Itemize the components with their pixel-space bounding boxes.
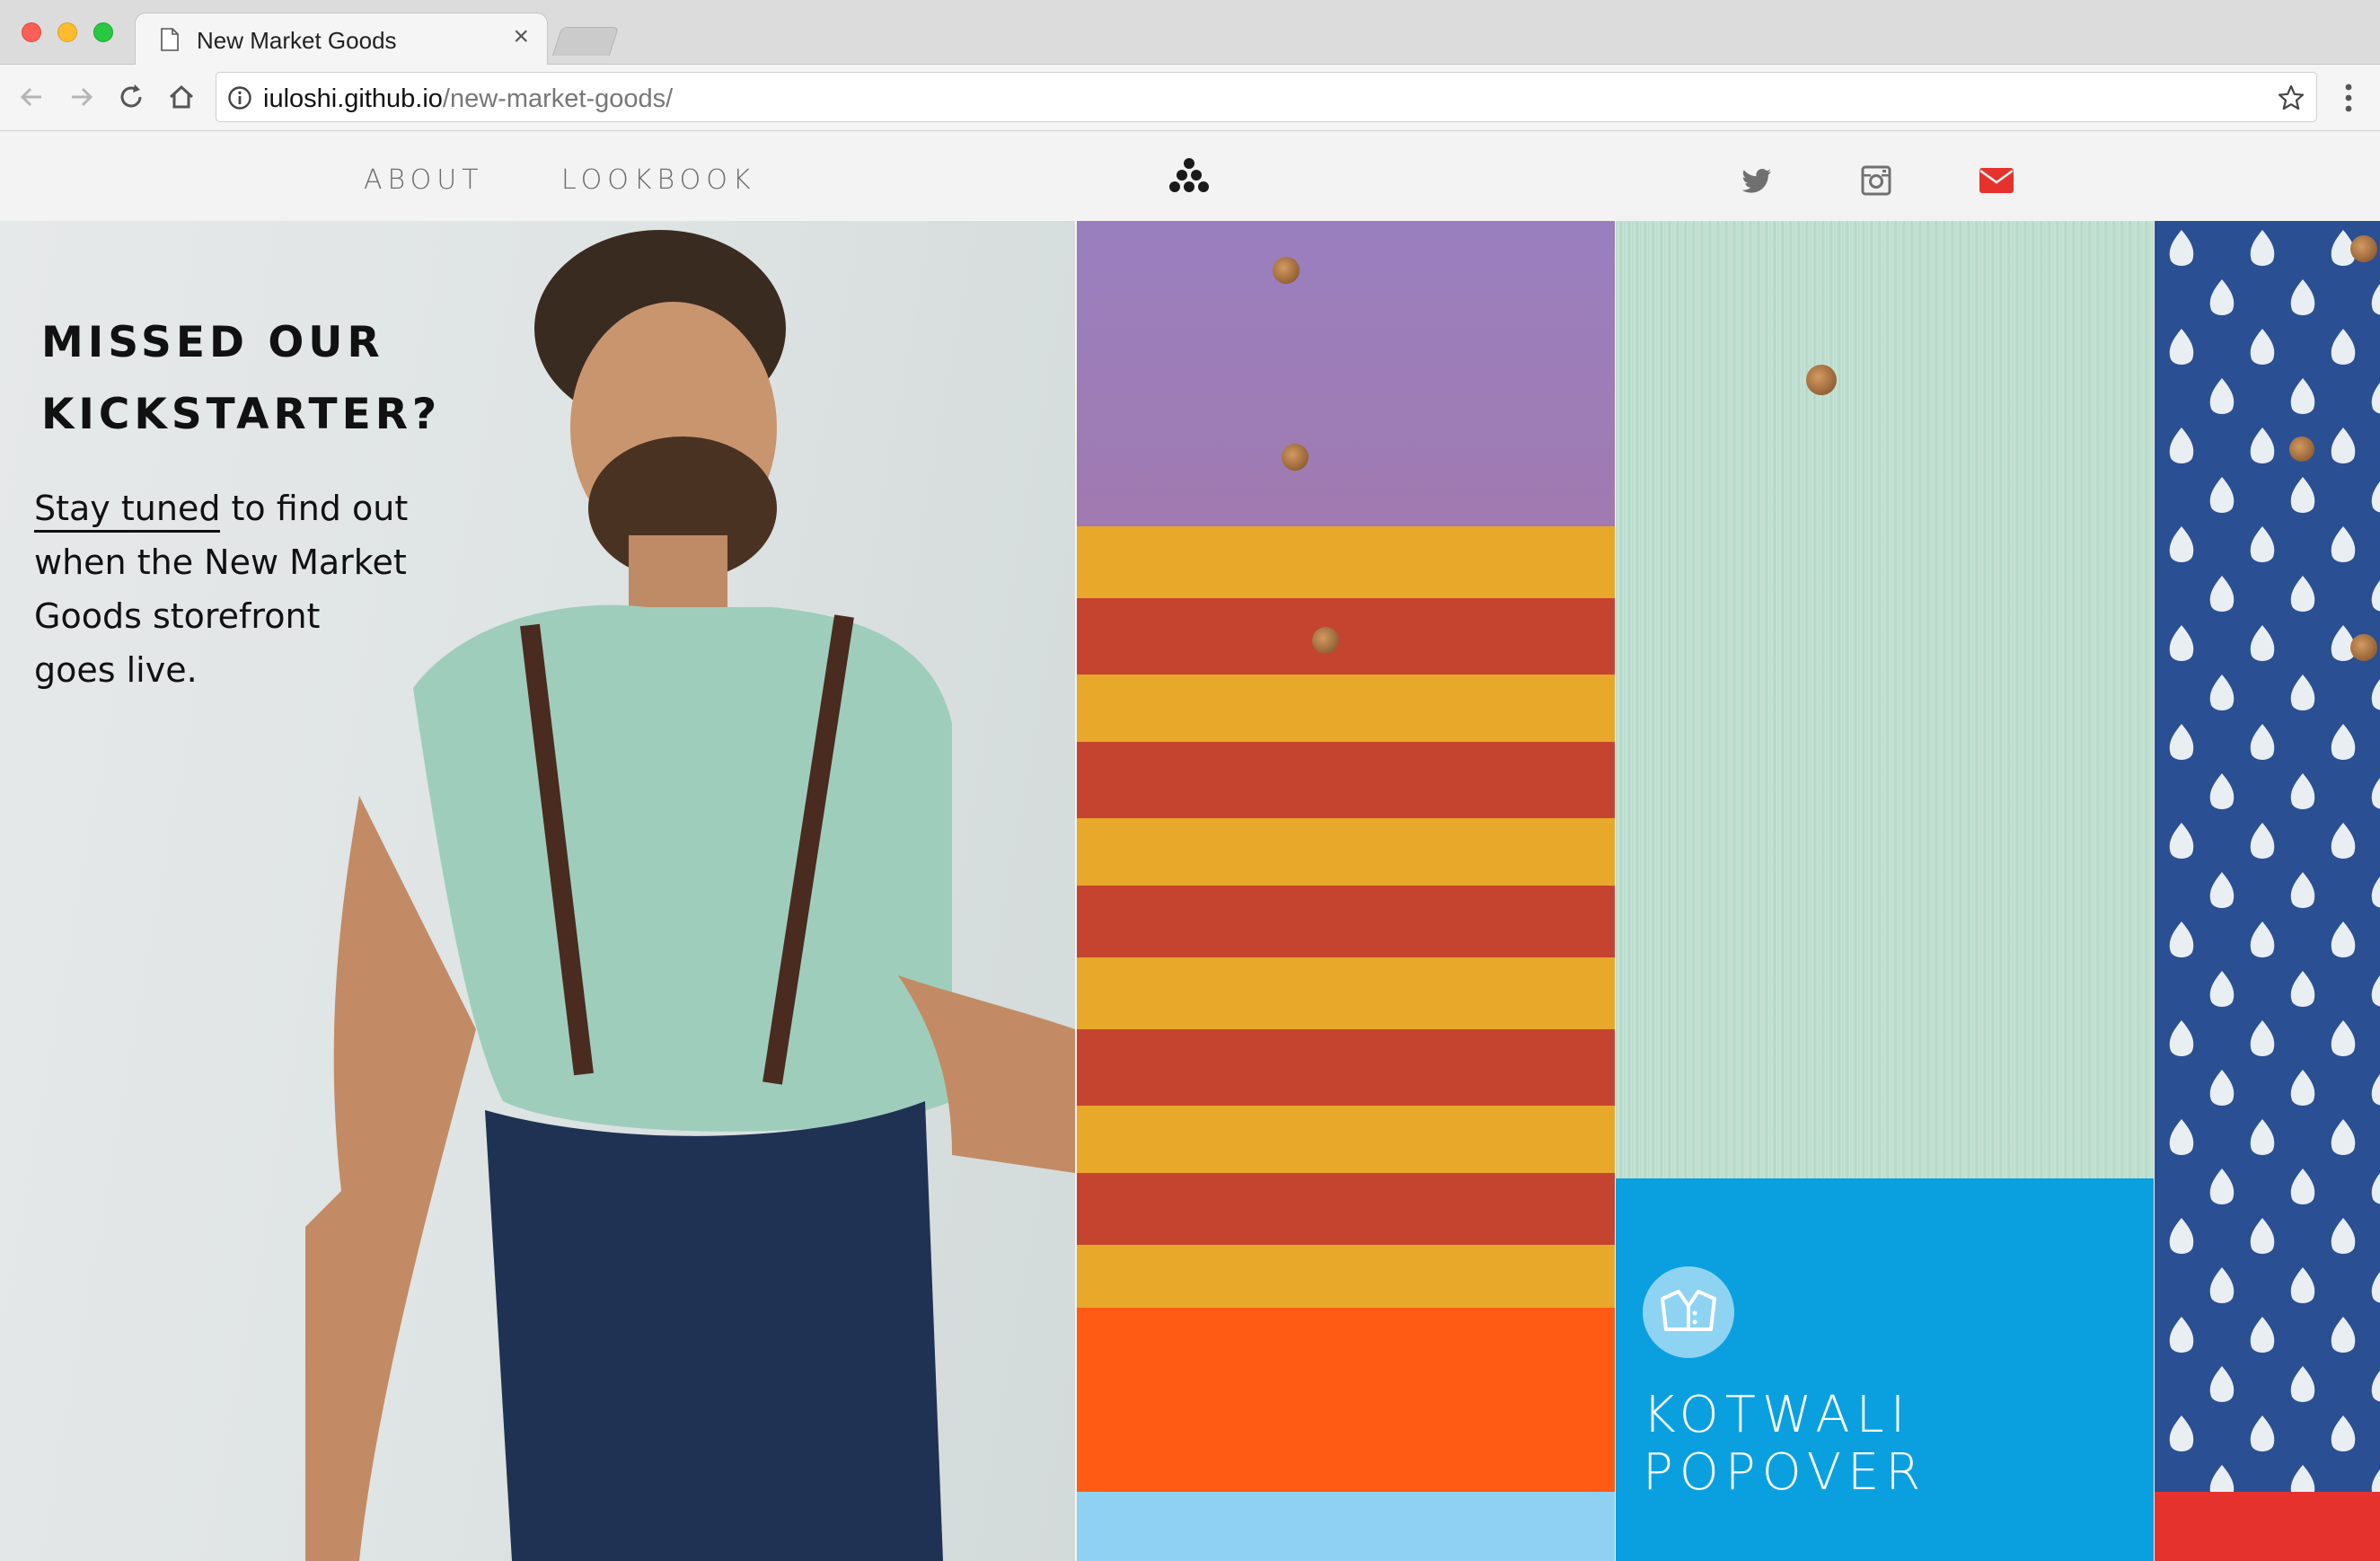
blue-print-shirt-tile[interactable] <box>2155 221 2380 1492</box>
shirt-button <box>1312 627 1339 654</box>
shirt-button <box>1273 257 1300 284</box>
kotwali-popover-tile[interactable]: KOTWALI POPOVER <box>1616 1178 2154 1561</box>
feature-badge <box>1643 1266 1734 1358</box>
url-text[interactable]: iuloshi.github.io/new-market-goods/ <box>263 84 673 114</box>
tab-title: New Market Goods <box>197 27 397 54</box>
tab-close-icon[interactable]: × <box>513 23 529 50</box>
shirt-button <box>2350 235 2377 262</box>
stay-tuned-link[interactable]: Stay tuned <box>34 489 221 533</box>
hero-description: Stay tuned to find out when the New Mark… <box>34 481 420 697</box>
menu-icon[interactable] <box>2335 81 2362 115</box>
home-icon[interactable] <box>163 79 199 115</box>
shirt-button <box>2350 634 2377 661</box>
instagram-icon[interactable] <box>1860 165 1892 196</box>
feature-title: KOTWALI POPOVER <box>1643 1387 2128 1502</box>
minimize-window-button[interactable] <box>57 22 77 42</box>
page-icon <box>161 28 179 51</box>
new-tab-button[interactable] <box>551 27 620 56</box>
browser-tab[interactable]: New Market Goods × <box>135 13 548 66</box>
maximize-window-button[interactable] <box>93 22 113 42</box>
striped-shirt-tile[interactable] <box>1077 221 1615 1492</box>
nav-about-link[interactable]: ABOUT <box>364 164 484 196</box>
brand-logo-icon[interactable] <box>1169 156 1209 194</box>
twitter-icon[interactable] <box>1741 165 1774 196</box>
hero-text-line4: goes live. <box>34 650 198 690</box>
leaf-print-pattern <box>2155 221 2380 1492</box>
close-window-button[interactable] <box>22 22 41 42</box>
shirt-button <box>1806 365 1837 395</box>
info-icon[interactable] <box>227 85 252 110</box>
address-bar[interactable]: iuloshi.github.io/new-market-goods/ <box>216 72 2317 122</box>
forward-icon[interactable] <box>63 79 99 115</box>
reload-icon[interactable] <box>113 79 149 115</box>
shirt-button <box>1282 444 1309 471</box>
url-host: iuloshi.github.io <box>263 84 443 113</box>
hero-photo-panel: MISSED OUR KICKSTARTER? Stay tuned to fi… <box>0 221 1075 1561</box>
shirt-button <box>2289 437 2314 462</box>
hero-text-line3: Goods storefront <box>34 596 321 636</box>
site-header: ABOUT LOOKBOOK <box>0 131 2380 221</box>
hero-title-line1: MISSED OUR <box>41 318 384 367</box>
back-icon[interactable] <box>14 79 50 115</box>
browser-toolbar: iuloshi.github.io/new-market-goods/ <box>0 65 2380 131</box>
feature-title-line2: POPOVER <box>1643 1443 1927 1502</box>
green-shirt-tile[interactable] <box>1616 221 2154 1178</box>
browser-tab-strip: New Market Goods × <box>0 0 2380 66</box>
feature-title-line1: KOTWALI <box>1643 1386 1912 1444</box>
mail-icon[interactable] <box>1979 165 2014 196</box>
red-tile[interactable] <box>2155 1492 2380 1561</box>
hero-text-rest: to find out <box>220 489 409 528</box>
hero-title-line2: KICKSTARTER? <box>41 390 442 439</box>
hero-text-line2: when the New Market <box>34 542 407 582</box>
nav-lookbook-link[interactable]: LOOKBOOK <box>561 164 756 196</box>
shirt-icon <box>1661 1290 1716 1331</box>
url-path: /new-market-goods/ <box>442 84 674 113</box>
light-blue-tile[interactable] <box>1077 1492 1615 1561</box>
star-icon[interactable] <box>2277 84 2305 112</box>
hero-title: MISSED OUR KICKSTARTER? <box>41 307 580 451</box>
